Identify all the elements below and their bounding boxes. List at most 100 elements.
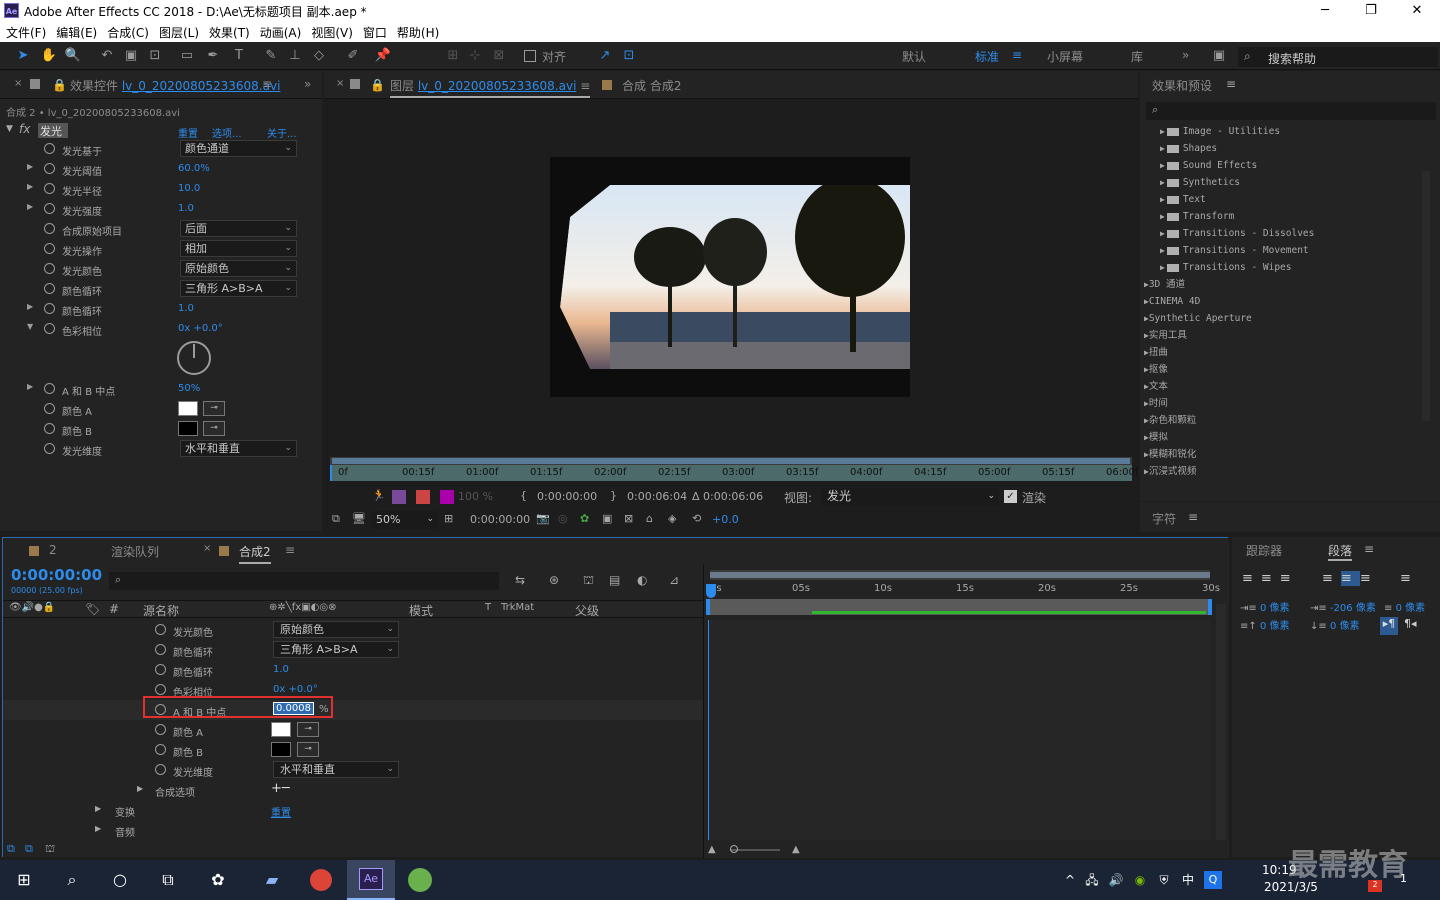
effects-tree-item[interactable]: ▶ Text	[1160, 191, 1206, 208]
effect-prop-value[interactable]: 1.0	[178, 303, 194, 314]
stopwatch-icon[interactable]	[44, 283, 55, 294]
brush-tool-icon[interactable]: ✎	[262, 47, 280, 65]
roto-brush-tool-icon[interactable]: ✐	[344, 47, 362, 65]
search-help-input[interactable]: ⌕ 搜索帮助	[1238, 47, 1438, 67]
close-layer-tab-icon[interactable]: ×	[336, 78, 344, 89]
indent-right-value[interactable]: 0 像素	[1396, 603, 1426, 614]
motion-blur-icon[interactable]: ◐	[637, 573, 647, 587]
timeline-prop-dropdown[interactable]: 三角形 A>B>A ⌄	[273, 641, 399, 658]
monitor-icon[interactable]: 🖥	[352, 512, 366, 525]
effects-tree-item[interactable]: ▶沉浸式视频	[1144, 463, 1196, 479]
workspace-small-screen[interactable]: 小屏幕	[1047, 48, 1083, 65]
effect-prop-dropdown[interactable]: 三角形 A>B>A ⌄	[180, 280, 297, 297]
graph-editor-icon[interactable]: ⊿	[669, 573, 679, 587]
menu-layer[interactable]: 图层(L)	[159, 24, 199, 41]
mask-icon[interactable]: ⌂	[646, 512, 653, 525]
search-taskbar-icon[interactable]: ⌕	[60, 868, 84, 892]
effect-prop-value[interactable]: 0x +0.0°	[178, 323, 223, 334]
workspace-libraries[interactable]: 库	[1131, 48, 1143, 65]
snap-icon[interactable]: ↗	[596, 47, 614, 65]
task-view-icon[interactable]: ⧉	[156, 868, 180, 892]
always-preview-icon[interactable]: ⧉	[332, 512, 340, 526]
shy-icon[interactable]: ⛫	[583, 573, 594, 589]
region-icon[interactable]: ▣	[602, 512, 612, 525]
lock-icon[interactable]: 🔒	[52, 78, 67, 92]
align-buttons[interactable]: ≡≡≡	[1242, 571, 1299, 586]
rectangle-tool-icon[interactable]: ▭	[178, 47, 196, 65]
local-axis-icon[interactable]: ⊞	[444, 47, 462, 65]
composite-twirl-icon[interactable]: ▶	[137, 784, 143, 793]
work-area[interactable]	[706, 599, 1212, 615]
video-frame[interactable]	[550, 157, 910, 397]
stopwatch-icon[interactable]	[44, 203, 55, 214]
stopwatch-icon[interactable]	[44, 243, 55, 254]
draft-3d-icon[interactable]: ⊛	[549, 573, 559, 587]
notification-count[interactable]: 1	[1400, 872, 1407, 885]
hand-tool-icon[interactable]: ✋	[40, 47, 58, 65]
effects-tree-item[interactable]: ▶ Shapes	[1160, 140, 1217, 157]
effect-prop-dropdown[interactable]: 颜色通道 ⌄	[180, 140, 297, 157]
tab-comp-2[interactable]: 2	[49, 543, 57, 557]
out-point-time[interactable]: 0:00:06:04	[627, 490, 687, 503]
in-point-icon[interactable]: {	[520, 489, 527, 502]
twirl-closed-icon[interactable]: ▶	[27, 202, 33, 211]
fit-icon[interactable]: ⊞	[444, 512, 453, 525]
time-ruler[interactable]: 0f 00:15f 01:00f 01:15f 02:00f 02:15f 03:00f 03…	[330, 465, 1138, 481]
twirl-closed-icon[interactable]: ▶	[27, 182, 33, 191]
nvidia-icon[interactable]: ◉	[1128, 868, 1152, 892]
exposure-value[interactable]: +0.0	[712, 513, 739, 526]
effects-search-input[interactable]: ⌕	[1146, 102, 1436, 120]
effects-tree-item[interactable]: ▶CINEMA 4D	[1144, 293, 1200, 310]
indent-left-value[interactable]: 0 像素	[1260, 603, 1290, 614]
reset-exposure-icon[interactable]: ⟲	[692, 512, 701, 525]
paragraph-tab[interactable]: 段落	[1328, 542, 1353, 561]
rtl-icon[interactable]: ¶◂	[1404, 617, 1417, 630]
space-before-value[interactable]: 0 像素	[1260, 621, 1290, 632]
keyframe-area[interactable]	[708, 620, 1210, 840]
in-point-time[interactable]: 0:00:00:00	[537, 490, 597, 503]
expand-panel-icon[interactable]: »	[304, 77, 311, 91]
effects-tree-item[interactable]: ▶扭曲	[1144, 344, 1168, 361]
zoom-handle[interactable]	[730, 845, 738, 853]
menu-window[interactable]: 窗口	[363, 24, 387, 41]
playhead[interactable]	[330, 465, 332, 481]
tab-comp2[interactable]: 合成2	[239, 543, 271, 564]
timeline-navigator[interactable]	[710, 570, 1210, 580]
tracker-tab[interactable]: 跟踪器	[1246, 542, 1282, 559]
comp-mini-flowchart-icon[interactable]: ⇆	[515, 573, 525, 587]
render-checkbox[interactable]: ✓	[1004, 490, 1017, 503]
stopwatch-icon[interactable]	[44, 263, 55, 274]
stopwatch-icon[interactable]	[44, 423, 55, 434]
stopwatch-icon[interactable]	[155, 684, 166, 695]
effects-tree-item[interactable]: ▶ Image - Utilities	[1160, 123, 1280, 140]
security-icon[interactable]: ⛨	[1152, 868, 1176, 892]
effect-prop-dropdown[interactable]: 相加 ⌄	[180, 240, 297, 257]
comp-tab[interactable]: 合成 合成2	[622, 77, 681, 94]
navigator-range[interactable]	[710, 572, 1210, 578]
eraser-tool-icon[interactable]: ◇	[310, 47, 328, 65]
effects-tree-item[interactable]: ▶模糊和锐化	[1144, 446, 1196, 463]
source-name-header[interactable]: 源名称	[143, 602, 179, 619]
effects-scrollbar[interactable]	[1422, 171, 1430, 421]
stopwatch-icon[interactable]	[155, 764, 166, 775]
world-axis-icon[interactable]: ⊹	[466, 47, 484, 65]
timeline-prop-dropdown[interactable]: 原始颜色 ⌄	[273, 621, 399, 638]
timeline-scrollbar[interactable]	[1216, 604, 1226, 840]
puppet-pin-icon[interactable]: 🏃	[372, 489, 386, 502]
stopwatch-icon[interactable]	[44, 163, 55, 174]
snapshot-icon[interactable]: 📷	[536, 512, 550, 525]
stopwatch-icon[interactable]	[155, 724, 166, 735]
effects-tree-item[interactable]: ▶时间	[1144, 395, 1168, 412]
tray-expand-icon[interactable]: ^	[1058, 868, 1082, 892]
stopwatch-icon[interactable]	[44, 183, 55, 194]
transparency-grid-icon[interactable]: ⊠	[624, 512, 633, 525]
toggle-time-icon[interactable]: ⛫	[45, 842, 55, 857]
workspace-standard[interactable]: 标准	[975, 48, 999, 65]
character-tab[interactable]: 字符	[1152, 510, 1176, 527]
twirl-closed-icon[interactable]: ▶	[27, 382, 33, 391]
show-snapshot-icon[interactable]: ◎	[558, 512, 568, 525]
effects-menu-icon[interactable]: ≡	[1226, 77, 1236, 91]
timeline-timecode[interactable]: 0:00:00:00	[11, 566, 102, 584]
justify-buttons[interactable]: ≡≡≡	[1322, 571, 1379, 586]
clone-stamp-tool-icon[interactable]: ⊥	[286, 47, 304, 65]
